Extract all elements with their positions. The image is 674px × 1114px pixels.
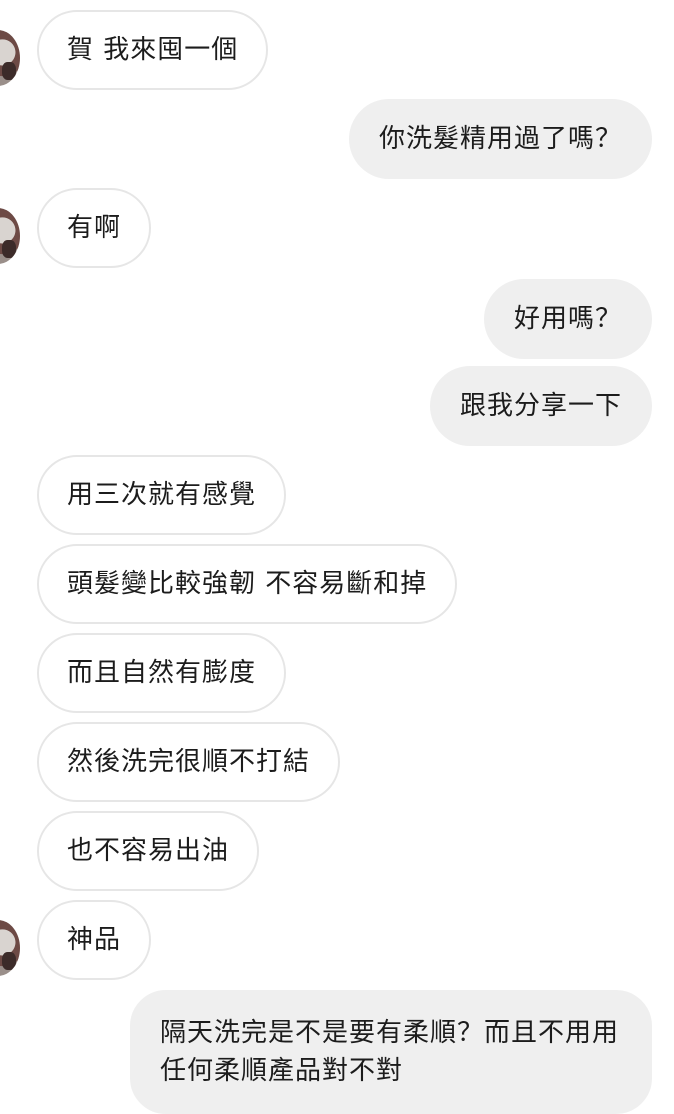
message-bubble-incoming[interactable]: 用三次就有感覺 bbox=[37, 455, 287, 535]
message-text: 有啊 bbox=[67, 213, 122, 243]
message-bubble-incoming[interactable]: 然後洗完很順不打結 bbox=[37, 722, 341, 802]
message-bubble-outgoing[interactable]: 你洗髮精用過了嗎？ bbox=[348, 99, 652, 179]
chat-thread: 賀 我來囤一個 你洗髮精用過了嗎？ 有啊 好用嗎？ 跟我分享一下 用三次就有感覺… bbox=[0, 0, 674, 1114]
message-text: 隔天洗完是不是要有柔順？而且不用用任何柔順產品對不對 bbox=[160, 1018, 620, 1086]
message-text: 頭髮變比較強韌 不容易斷和掉 bbox=[67, 569, 428, 599]
message-text: 也不容易出油 bbox=[67, 836, 230, 866]
message-text: 而且自然有膨度 bbox=[67, 658, 257, 688]
message-bubble-incoming[interactable]: 而且自然有膨度 bbox=[37, 633, 287, 713]
message-text: 用三次就有感覺 bbox=[67, 480, 257, 510]
message-bubble-incoming[interactable]: 有啊 bbox=[37, 188, 152, 268]
message-bubble-outgoing[interactable]: 隔天洗完是不是要有柔順？而且不用用任何柔順產品對不對 bbox=[130, 990, 652, 1114]
message-bubble-incoming[interactable]: 也不容易出油 bbox=[37, 811, 260, 891]
message-bubble-incoming[interactable]: 神品 bbox=[37, 900, 152, 980]
message-bubble-incoming[interactable]: 賀 我來囤一個 bbox=[37, 10, 269, 90]
message-bubble-outgoing[interactable]: 跟我分享一下 bbox=[429, 366, 652, 446]
message-text: 然後洗完很順不打結 bbox=[67, 747, 311, 777]
contact-avatar[interactable] bbox=[0, 920, 20, 976]
message-text: 神品 bbox=[67, 925, 122, 955]
message-bubble-incoming[interactable]: 頭髮變比較強韌 不容易斷和掉 bbox=[37, 544, 458, 624]
contact-avatar[interactable] bbox=[0, 30, 20, 86]
message-text: 跟我分享一下 bbox=[459, 391, 622, 421]
contact-avatar[interactable] bbox=[0, 208, 20, 264]
message-bubble-outgoing[interactable]: 好用嗎？ bbox=[483, 279, 652, 359]
message-text: 賀 我來囤一個 bbox=[67, 35, 239, 65]
message-text: 你洗髮精用過了嗎？ bbox=[378, 124, 622, 154]
message-text: 好用嗎？ bbox=[513, 304, 622, 334]
